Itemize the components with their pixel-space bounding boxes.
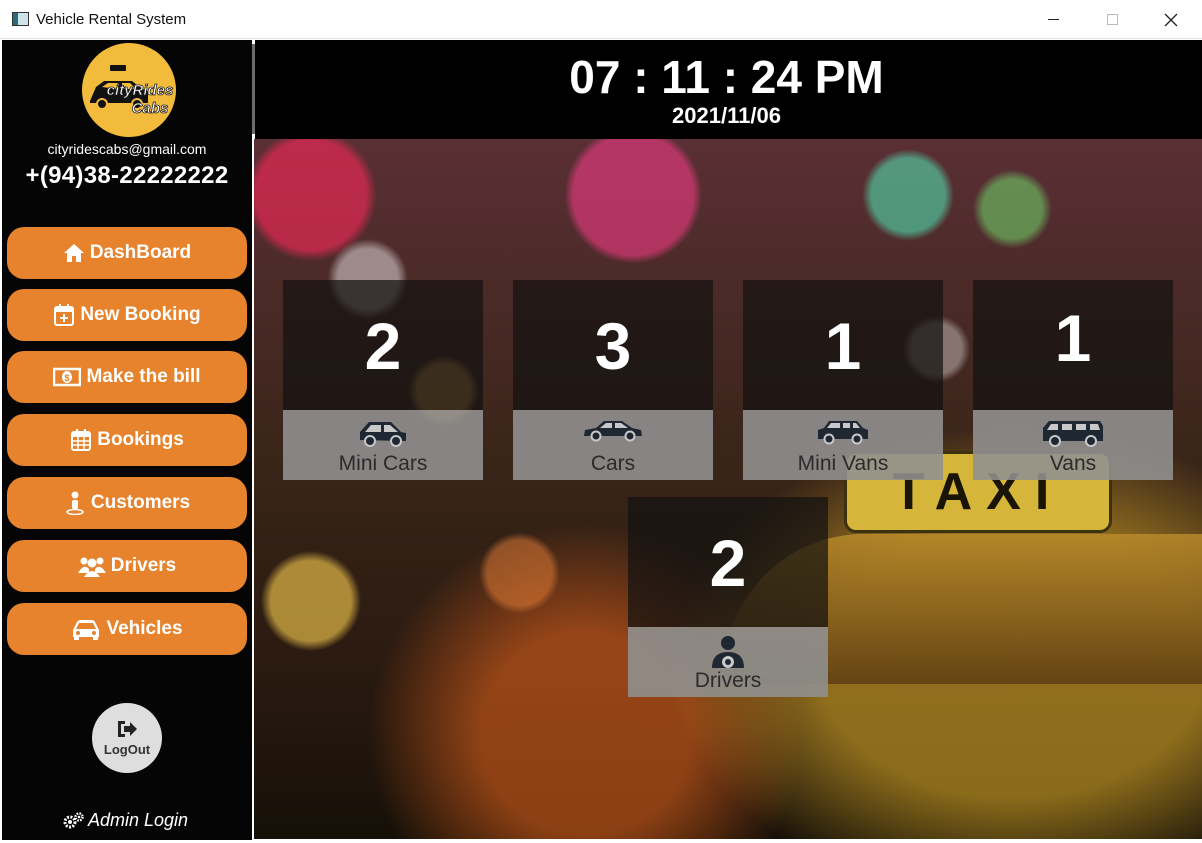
nav-dashboard-label: DashBoard xyxy=(89,242,192,263)
sidebar: cityRides Cabs cityridescabs@gmail.com +… xyxy=(2,40,252,840)
calendar-plus-icon xyxy=(53,304,75,326)
stat-card-cars[interactable]: 3 Cars xyxy=(513,280,713,480)
car-icon xyxy=(71,618,101,640)
maximize-icon xyxy=(1106,14,1118,25)
nav-bookings-button[interactable]: Bookings xyxy=(7,414,247,466)
hatchback-icon xyxy=(283,418,483,448)
maximize-button[interactable] xyxy=(1083,0,1141,39)
mini-vans-label: Mini Vans xyxy=(797,452,889,475)
stat-card-vans[interactable]: 1 Vans xyxy=(973,280,1173,480)
nav-customers-label: Customers xyxy=(90,492,191,513)
nav-bookings-label: Bookings xyxy=(97,429,184,450)
cars-label: Cars xyxy=(590,452,636,475)
drivers-count: 2 xyxy=(709,526,747,600)
svg-text:$: $ xyxy=(65,373,70,383)
clock-time: 07 : 11 : 24 PM xyxy=(569,51,884,103)
admin-login-label: Admin Login xyxy=(88,810,189,830)
logout-label: LogOut xyxy=(103,741,151,757)
gears-icon xyxy=(62,811,84,830)
money-bill-icon: $ xyxy=(53,366,82,388)
mini-cars-count: 2 xyxy=(364,309,402,383)
contact-phone: +(94)38-22222222 xyxy=(25,162,229,189)
dashboard-panel: TAXI 2 Mini Cars 3 Cars 1 Mini Vans 1 Va… xyxy=(254,139,1202,839)
van-icon xyxy=(973,418,1173,448)
nav-new-booking-button[interactable]: New Booking xyxy=(7,289,247,341)
svg-text:cityRides: cityRides xyxy=(107,82,174,99)
svg-text:Cabs: Cabs xyxy=(132,100,169,117)
mini-vans-count: 1 xyxy=(824,309,862,383)
app-icon xyxy=(12,12,29,26)
brand-logo: cityRides Cabs xyxy=(82,43,176,137)
nav-dashboard-button[interactable]: DashBoard xyxy=(7,227,247,279)
nav-new-booking-label: New Booking xyxy=(80,304,201,325)
close-icon xyxy=(1164,13,1178,26)
clock-header: 07 : 11 : 24 PM 2021/11/06 xyxy=(255,40,1202,139)
nav-make-bill-button[interactable]: $ Make the bill xyxy=(7,351,247,403)
vans-count: 1 xyxy=(1054,301,1092,375)
stat-card-mini-vans[interactable]: 1 Mini Vans xyxy=(743,280,943,480)
nav-vehicles-button[interactable]: Vehicles xyxy=(7,603,247,655)
contact-email: cityridescabs@gmail.com xyxy=(47,141,207,157)
window-title: Vehicle Rental System xyxy=(36,11,187,28)
minimize-button[interactable] xyxy=(1024,0,1082,39)
suv-icon xyxy=(743,418,943,446)
nav-make-bill-label: Make the bill xyxy=(86,366,201,387)
stat-card-mini-cars[interactable]: 2 Mini Cars xyxy=(283,280,483,480)
nav-vehicles-label: Vehicles xyxy=(106,618,183,639)
drivers-label: Drivers xyxy=(694,669,762,692)
calendar-icon xyxy=(70,429,92,451)
window-titlebar: Vehicle Rental System xyxy=(0,0,1202,39)
nav-customers-button[interactable]: Customers xyxy=(7,477,247,529)
sign-out-icon xyxy=(118,720,137,737)
admin-login-link[interactable]: Admin Login xyxy=(62,810,188,831)
clock-date: 2021/11/06 xyxy=(672,103,781,128)
mini-cars-label: Mini Cars xyxy=(338,452,428,475)
person-icon xyxy=(64,491,86,515)
vans-label: Vans xyxy=(1049,452,1097,475)
nav-drivers-button[interactable]: Drivers xyxy=(7,540,247,592)
driver-icon xyxy=(628,635,828,669)
close-button[interactable] xyxy=(1142,0,1200,39)
logout-button[interactable]: LogOut xyxy=(92,703,162,773)
nav-drivers-label: Drivers xyxy=(110,555,177,576)
sedan-icon xyxy=(513,418,713,442)
minimize-icon xyxy=(1047,19,1059,20)
home-icon xyxy=(63,242,85,264)
stat-card-drivers[interactable]: 2 Drivers xyxy=(628,497,828,697)
users-icon xyxy=(77,555,106,577)
cars-count: 3 xyxy=(594,309,632,383)
